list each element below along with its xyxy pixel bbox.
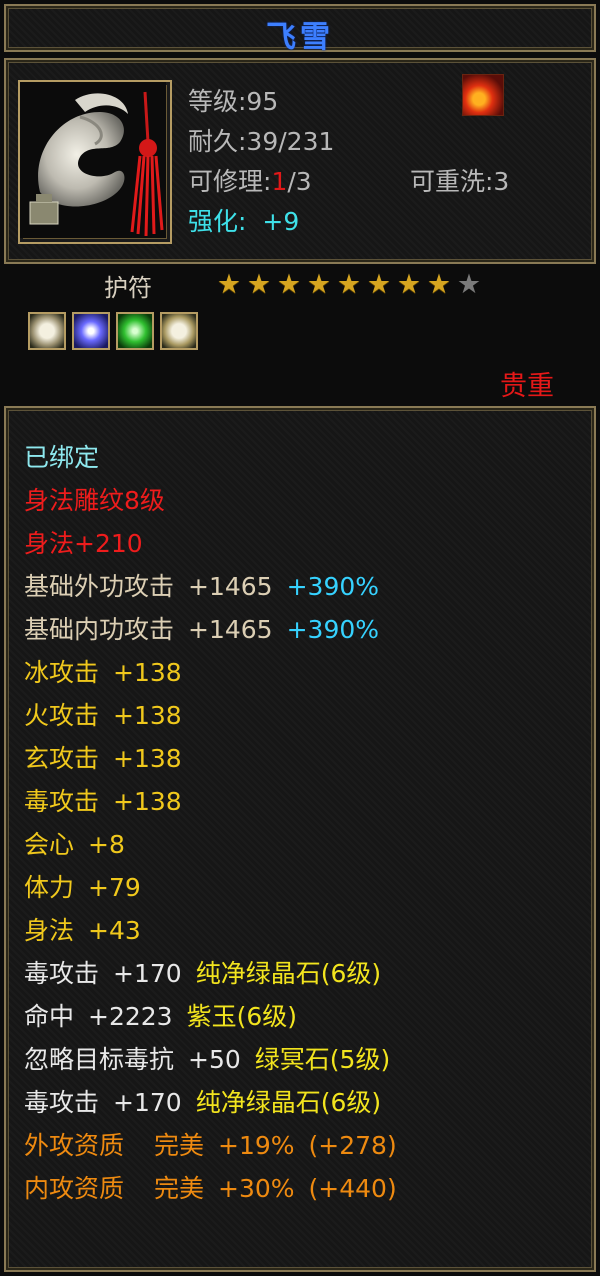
stat-value: +43 bbox=[88, 916, 141, 945]
quality-percent: +30% bbox=[218, 1174, 295, 1203]
stat-name: 玄攻击 bbox=[24, 744, 100, 773]
star-icon: ★ bbox=[246, 269, 272, 300]
star-empty-icon: ★ bbox=[456, 269, 482, 300]
stat-row: 毒攻击 +138 bbox=[24, 782, 182, 818]
quality-grade: 完美 bbox=[154, 1174, 205, 1203]
stat-name: 忽略目标毒抗 bbox=[24, 1045, 175, 1074]
quality-grade: 完美 bbox=[154, 1131, 205, 1160]
stat-name: 火攻击 bbox=[24, 701, 100, 730]
star-icon: ★ bbox=[396, 269, 422, 300]
stat-row: 身法 +43 bbox=[24, 911, 141, 947]
title-bar: 飞雪 bbox=[4, 4, 596, 55]
enhance-label: 强化: +9 bbox=[188, 202, 299, 238]
stat-row: 玄攻击 +138 bbox=[24, 739, 182, 775]
stat-name: 体力 bbox=[24, 873, 75, 902]
stat-value: +8 bbox=[88, 830, 125, 859]
stat-name: 会心 bbox=[24, 830, 75, 859]
star-icon: ★ bbox=[276, 269, 302, 300]
gem-name: 绿冥石(5级) bbox=[254, 1045, 391, 1074]
level-label: 等级:95 bbox=[188, 87, 279, 116]
stat-name: 毒攻击 bbox=[24, 959, 100, 988]
quality-percent: +19% bbox=[218, 1131, 295, 1160]
repair-text: 可修理: bbox=[188, 167, 272, 196]
fire-icon bbox=[462, 74, 504, 116]
rarity-label: 贵重 bbox=[500, 371, 554, 402]
stat-value: +138 bbox=[113, 658, 182, 687]
repair-max: /3 bbox=[287, 167, 312, 196]
star-icon: ★ bbox=[426, 269, 452, 300]
stats-panel: 已绑定 身法雕纹8级 身法+210 基础外功攻击 +1465 +390% 基础内功攻… bbox=[4, 406, 596, 1272]
agility-bonus-line: 身法+210 bbox=[24, 529, 143, 558]
stat-name: 身法 bbox=[24, 916, 75, 945]
item-icon-frame bbox=[18, 80, 172, 244]
quality-row: 内攻资质 完美 +30% (+440) bbox=[24, 1169, 397, 1205]
gem-stat-row: 毒攻击 +170 纯净绿晶石(6级) bbox=[24, 1083, 381, 1119]
star-rating: ★ ★ ★ ★ ★ ★ ★ ★ ★ bbox=[214, 270, 484, 300]
enhance-value: +9 bbox=[262, 207, 300, 236]
bound-status: 已绑定 bbox=[24, 443, 100, 472]
durability-label: 耐久:39/231 bbox=[188, 127, 335, 156]
quality-name: 外攻资质 bbox=[24, 1131, 125, 1160]
gem-name: 纯净绿晶石(6级) bbox=[195, 1088, 382, 1117]
stat-row: 冰攻击 +138 bbox=[24, 653, 182, 689]
stat-name: 冰攻击 bbox=[24, 658, 100, 687]
stat-name: 毒攻击 bbox=[24, 1088, 100, 1117]
green-gem-icon[interactable] bbox=[116, 312, 154, 350]
stat-name: 命中 bbox=[24, 1002, 75, 1031]
stat-percent: +390% bbox=[286, 615, 380, 644]
repair-label: 可修理:1/3 bbox=[188, 162, 312, 198]
stat-row: 体力 +79 bbox=[24, 868, 141, 904]
gem-stat-row: 命中 +2223 紫玉(6级) bbox=[24, 997, 297, 1033]
stat-percent: +390% bbox=[286, 572, 380, 601]
gem-stat-row: 毒攻击 +170 纯净绿晶石(6级) bbox=[24, 954, 381, 990]
gem-name: 纯净绿晶石(6级) bbox=[195, 959, 382, 988]
star-icon: ★ bbox=[336, 269, 362, 300]
star-icon: ★ bbox=[216, 269, 242, 300]
blue-gem-icon[interactable] bbox=[72, 312, 110, 350]
stat-value: +138 bbox=[113, 744, 182, 773]
jade-pendant-icon bbox=[20, 82, 166, 238]
pale-gem-icon[interactable] bbox=[28, 312, 66, 350]
enhance-text: 强化: bbox=[188, 207, 247, 236]
quality-bonus: (+278) bbox=[308, 1131, 397, 1160]
stat-value: +1465 bbox=[188, 615, 273, 644]
stat-row: 基础外功攻击 +1465 +390% bbox=[24, 567, 379, 603]
stat-value: +170 bbox=[113, 1088, 182, 1117]
stat-value: +2223 bbox=[88, 1002, 173, 1031]
gem-slots bbox=[28, 312, 204, 354]
stat-row: 火攻击 +138 bbox=[24, 696, 182, 732]
pale-gem-icon[interactable] bbox=[160, 312, 198, 350]
star-icon: ★ bbox=[306, 269, 332, 300]
gem-name: 紫玉(6级) bbox=[186, 1002, 298, 1031]
gem-stat-row: 忽略目标毒抗 +50 绿冥石(5级) bbox=[24, 1040, 390, 1076]
item-tooltip: 飞雪 等级:95 耐久:39/231 可修理:1/3 可重洗:3 强化: +9 … bbox=[0, 0, 600, 1276]
stat-value: +79 bbox=[88, 873, 141, 902]
stat-row: 基础内功攻击 +1465 +390% bbox=[24, 610, 379, 646]
stat-value: +50 bbox=[188, 1045, 241, 1074]
stat-value: +138 bbox=[113, 701, 182, 730]
repair-count: 1 bbox=[271, 167, 288, 196]
stat-name: 基础外功攻击 bbox=[24, 572, 175, 601]
stat-name: 基础内功攻击 bbox=[24, 615, 175, 644]
stat-name: 毒攻击 bbox=[24, 787, 100, 816]
item-name: 飞雪 bbox=[266, 20, 334, 55]
engrave-line: 身法雕纹8级 bbox=[24, 486, 165, 515]
stat-value: +138 bbox=[113, 787, 182, 816]
star-icon: ★ bbox=[366, 269, 392, 300]
stat-value: +170 bbox=[113, 959, 182, 988]
charm-label: 护符 bbox=[104, 274, 152, 302]
info-panel: 等级:95 耐久:39/231 可修理:1/3 可重洗:3 强化: +9 bbox=[4, 58, 596, 264]
rewash-label: 可重洗:3 bbox=[410, 167, 510, 196]
quality-name: 内攻资质 bbox=[24, 1174, 125, 1203]
quality-row: 外攻资质 完美 +19% (+278) bbox=[24, 1126, 397, 1162]
quality-bonus: (+440) bbox=[308, 1174, 397, 1203]
stat-value: +1465 bbox=[188, 572, 273, 601]
stat-row: 会心 +8 bbox=[24, 825, 125, 861]
